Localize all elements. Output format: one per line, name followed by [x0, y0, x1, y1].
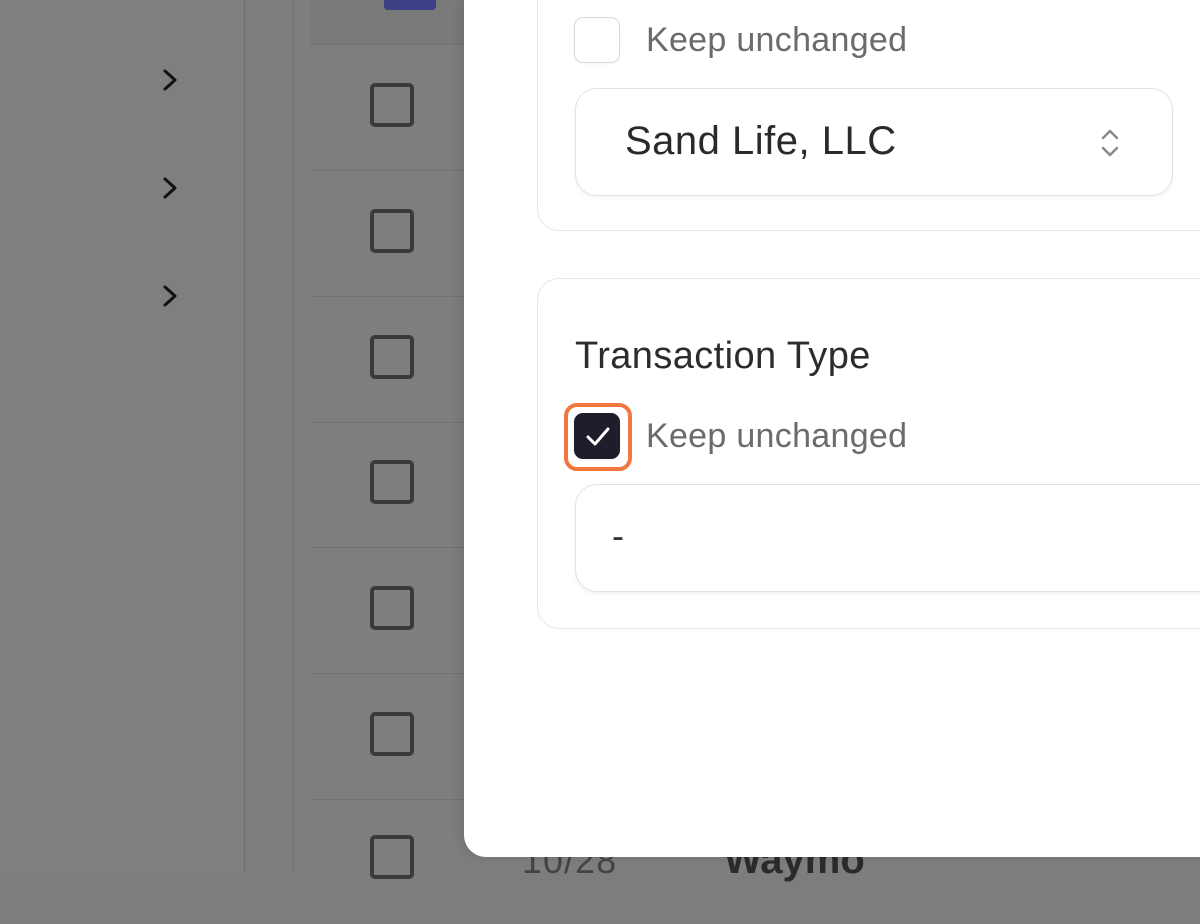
row-checkbox[interactable] — [370, 209, 414, 253]
entity-select-value: Sand Life, LLC — [625, 119, 897, 163]
keep-unchanged-label: Keep unchanged — [646, 416, 908, 455]
transaction-type-select[interactable]: - — [575, 484, 1200, 592]
transaction-type-value: - — [612, 515, 624, 556]
gutter — [245, 0, 294, 872]
chevron-right-icon[interactable] — [158, 68, 182, 92]
chevron-right-icon[interactable] — [158, 176, 182, 200]
bulk-edit-panel: Keep unchanged Sand Life, LLC Transactio… — [464, 0, 1200, 857]
row-checkbox[interactable] — [370, 335, 414, 379]
header-select-all-checkbox[interactable] — [384, 0, 436, 10]
row-checkbox[interactable] — [370, 460, 414, 504]
keep-unchanged-row[interactable]: Keep unchanged — [574, 15, 907, 65]
keep-unchanged-label: Keep unchanged — [646, 20, 908, 59]
row-checkbox[interactable] — [370, 586, 414, 630]
keep-unchanged-row[interactable]: Keep unchanged — [564, 403, 908, 471]
transaction-type-section: Transaction Type Keep unchanged - — [537, 278, 1200, 629]
entity-section: Keep unchanged Sand Life, LLC — [537, 0, 1200, 231]
chevron-up-down-icon — [1098, 125, 1122, 161]
entity-select[interactable]: Sand Life, LLC — [575, 88, 1173, 196]
checkmark-icon — [586, 427, 610, 446]
keep-unchanged-checkbox[interactable] — [574, 17, 620, 63]
section-title: Transaction Type — [575, 335, 871, 377]
row-checkbox[interactable] — [370, 835, 414, 879]
keep-unchanged-checkbox[interactable] — [564, 403, 632, 471]
chevron-right-icon[interactable] — [158, 284, 182, 308]
sidebar — [0, 0, 245, 872]
row-checkbox[interactable] — [370, 83, 414, 127]
row-checkbox[interactable] — [370, 712, 414, 756]
